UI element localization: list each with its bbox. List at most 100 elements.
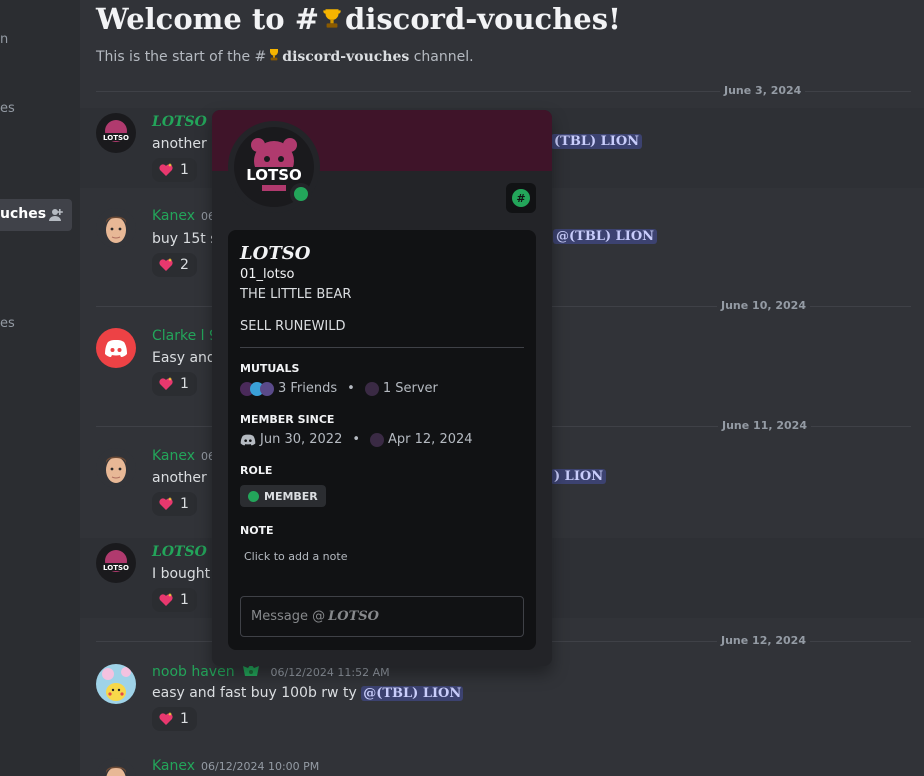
mutual-servers-count[interactable]: 1 Server (383, 381, 438, 396)
avatar[interactable]: LOTSO (96, 113, 136, 153)
user-mention[interactable]: ) LION (551, 469, 607, 484)
message-username[interactable]: Clarke l 9 (152, 328, 218, 344)
user-mention[interactable]: @(TBL) LION (361, 686, 464, 701)
sidebar-item-partial-1[interactable]: n (0, 32, 8, 47)
dot-separator: • (352, 432, 361, 447)
sparkling-heart-icon (159, 593, 173, 606)
subtitle-suffix: channel. (409, 49, 474, 65)
role-color-dot (248, 490, 259, 502)
date-divider-label: June 12, 2024 (717, 634, 810, 647)
message-username[interactable]: Kanex 06/12/2024 10:00 PM (152, 758, 319, 774)
member-since-title: MEMBER SINCE (240, 413, 335, 426)
channel-welcome-heading: Welcome to # discord-vouches! (96, 2, 621, 36)
sparkling-heart-icon (159, 712, 173, 725)
message-text: Easy and (152, 350, 216, 366)
profile-separator (240, 347, 524, 348)
message-username-text: Kanex (152, 208, 196, 224)
avatar[interactable] (96, 448, 136, 488)
message-timestamp: 06/12/2024 11:52 AM (270, 666, 390, 679)
avatar[interactable] (96, 208, 136, 248)
server-icon (364, 381, 379, 396)
direct-message-input[interactable]: Message @ LOTSO (240, 596, 524, 637)
message-username-text: Kanex (152, 758, 196, 774)
avatar[interactable]: LOTSO (96, 543, 136, 583)
mutual-friend-avatar (260, 381, 274, 396)
subtitle-prefix: This is the start of the # (96, 49, 267, 65)
role-title: ROLE (240, 464, 273, 477)
profile-body: LOTSO 01_lotso THE LITTLE BEAR SELL RUNE… (228, 230, 536, 650)
user-mention[interactable]: @(TBL) LION (553, 229, 658, 244)
message-username[interactable]: Kanex 06 (152, 208, 215, 224)
message-item[interactable]: noob haven 06/12/2024 11:52 AM easy and … (80, 656, 924, 744)
reaction-count: 2 (180, 257, 189, 273)
profile-bio-line: THE LITTLE BEAR (240, 287, 352, 302)
server-tag-badge[interactable]: # (506, 183, 536, 213)
sidebar-item-label: uches (0, 206, 47, 222)
profile-display-name: LOTSO (240, 243, 311, 264)
mutual-friends-count[interactable]: 3 Friends (278, 381, 337, 396)
discord-logo-icon (240, 434, 256, 445)
sidebar-item-partial-2[interactable]: es (0, 101, 15, 116)
profile-bio-line: SELL RUNEWILD (240, 319, 346, 334)
dot-separator: • (347, 381, 355, 396)
message-text-body: easy and fast buy 100b rw ty (152, 685, 362, 701)
svg-text:LOTSO: LOTSO (246, 166, 302, 184)
role-pill-member[interactable]: MEMBER (240, 485, 326, 507)
message-input-target: LOTSO (328, 609, 379, 624)
member-since-row: Jun 30, 2022 • Apr 12, 2024 (240, 432, 473, 447)
user-profile-popout: LOTSO # LOTSO 01_lotso THE LITTLE BEAR S… (212, 110, 552, 666)
sparkling-heart-icon (159, 258, 173, 271)
message-username[interactable]: LOTSO (152, 114, 207, 130)
svg-text:LOTSO: LOTSO (103, 564, 129, 572)
reaction-chip[interactable]: 2 (152, 253, 197, 277)
message-text: another s (152, 136, 219, 152)
mutuals-row[interactable]: 3 Friends • 1 Server (240, 381, 438, 396)
channel-sidebar: n es uches es (0, 0, 80, 776)
reaction-chip[interactable]: 1 (152, 492, 197, 516)
server-join-date: Apr 12, 2024 (388, 432, 473, 447)
avatar[interactable] (96, 664, 136, 704)
note-title: NOTE (240, 524, 274, 537)
reaction-count: 1 (180, 711, 189, 727)
reaction-chip[interactable]: 1 (152, 158, 197, 182)
reaction-count: 1 (180, 162, 189, 178)
message-username[interactable]: Kanex 06 (152, 448, 215, 464)
subtitle-channel-name: discord-vouches (282, 49, 410, 65)
hashtag-icon: # (512, 189, 530, 207)
sparkling-heart-icon (159, 377, 173, 390)
profile-username[interactable]: 01_lotso (240, 267, 294, 282)
welcome-suffix: ! (608, 2, 621, 36)
message-username-text: noob haven (152, 664, 235, 680)
avatar[interactable] (96, 328, 136, 368)
welcome-prefix: Welcome to # (96, 2, 320, 36)
message-text: buy 15t s (152, 231, 218, 247)
discord-logo-icon (105, 340, 127, 357)
trophy-icon (270, 49, 279, 61)
channel-name: discord-vouches (345, 2, 609, 36)
sidebar-item-discord-vouches[interactable]: uches (0, 199, 72, 231)
reaction-chip[interactable]: 1 (152, 372, 197, 396)
online-status-icon (290, 183, 312, 205)
reaction-chip[interactable]: 1 (152, 707, 197, 731)
sidebar-item-partial-3[interactable]: es (0, 316, 15, 331)
trophy-icon (323, 9, 341, 28)
date-divider-label: June 10, 2024 (717, 299, 810, 312)
message-item[interactable]: Kanex 06/12/2024 10:00 PM (80, 750, 924, 776)
message-text: easy and fast buy 100b rw ty @(TBL) LION (152, 685, 464, 701)
message-username[interactable]: LOTSO (152, 544, 207, 560)
add-member-icon[interactable] (48, 207, 64, 223)
reaction-count: 1 (180, 496, 189, 512)
avatar[interactable] (96, 758, 136, 776)
reaction-count: 1 (180, 592, 189, 608)
user-mention[interactable]: (TBL) LION (551, 134, 643, 149)
message-text: another s (152, 470, 219, 486)
date-divider-label: June 3, 2024 (720, 84, 806, 97)
mutuals-title: MUTUALS (240, 362, 300, 375)
reaction-count: 1 (180, 376, 189, 392)
message-username-text: Kanex (152, 448, 196, 464)
note-input[interactable]: Click to add a note (244, 550, 347, 563)
reaction-chip[interactable]: 1 (152, 588, 197, 612)
message-input-placeholder: Message @ (251, 609, 326, 624)
sparkling-heart-icon (159, 163, 173, 176)
svg-text:LOTSO: LOTSO (103, 134, 129, 142)
